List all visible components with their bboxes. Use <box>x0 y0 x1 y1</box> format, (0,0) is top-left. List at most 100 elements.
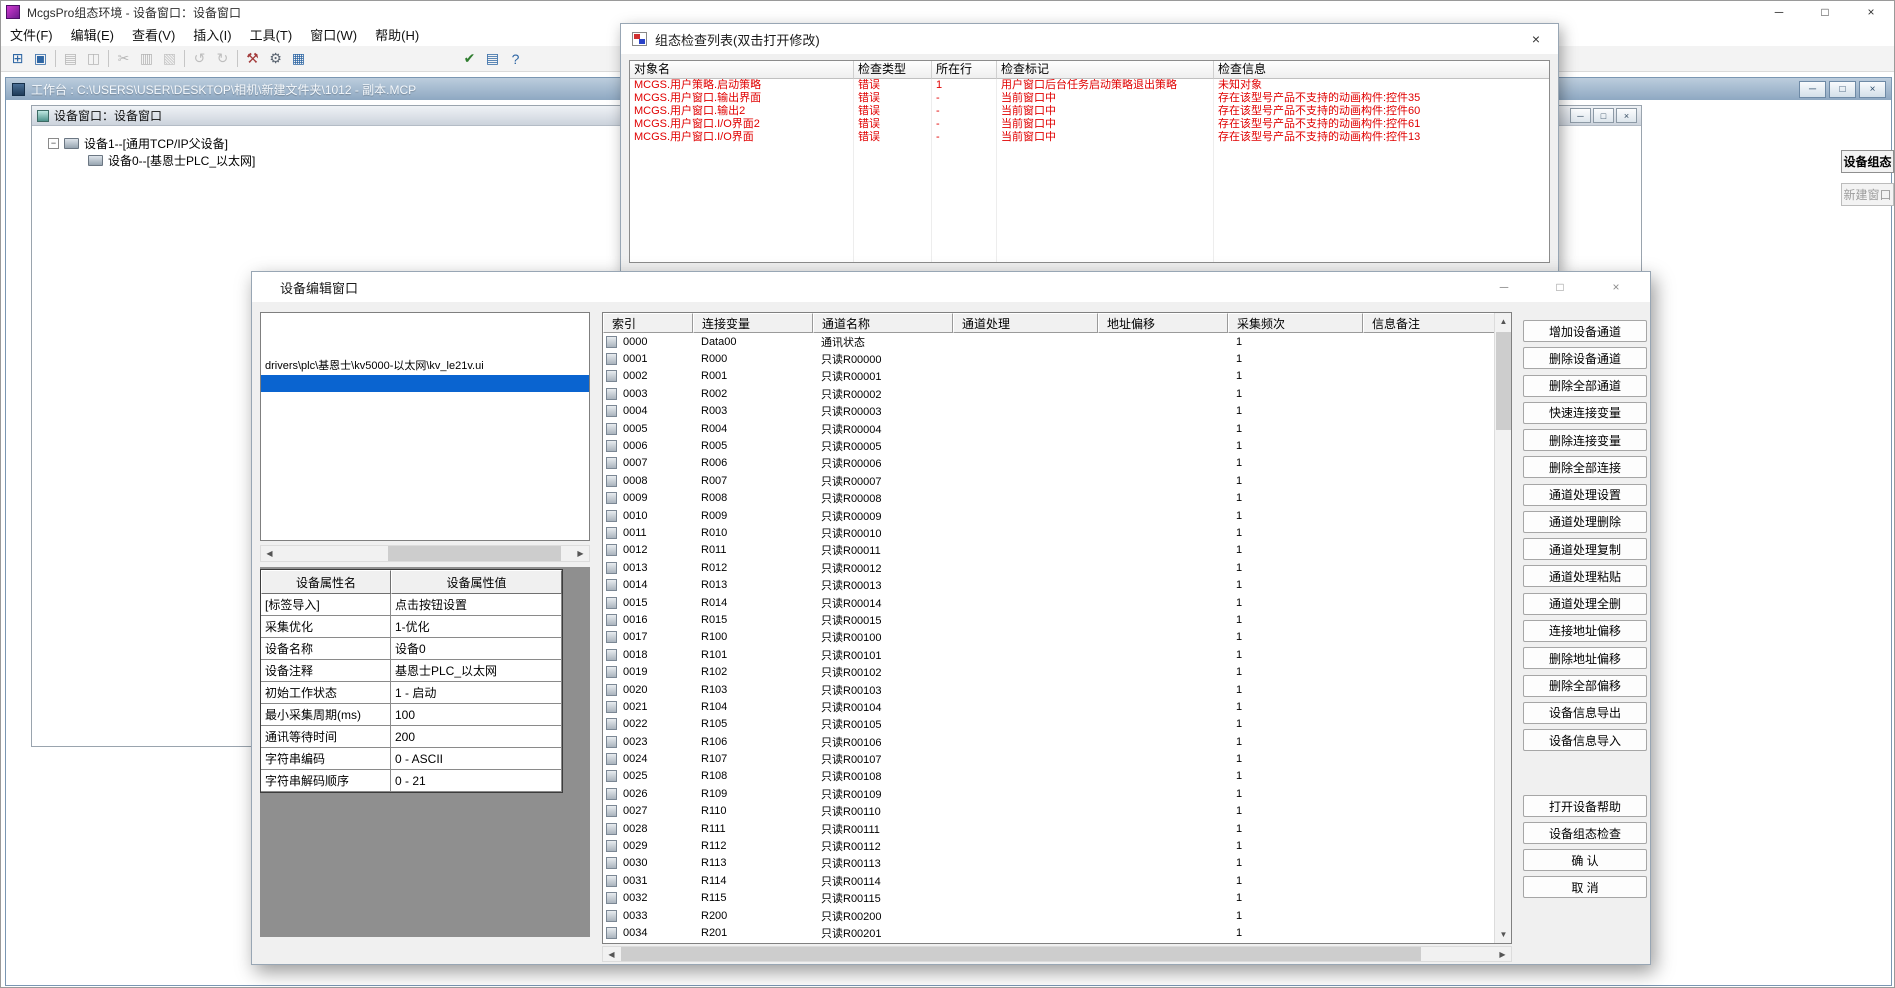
editor-action-button[interactable]: 删除全部通道 <box>1523 375 1647 397</box>
channel-row[interactable]: 0012R011只读R000111 <box>603 542 1494 559</box>
print-icon[interactable]: ▤ <box>59 49 82 69</box>
channel-column-header[interactable]: 索引 <box>603 313 693 333</box>
editor-minimize-icon[interactable]: ─ <box>1476 272 1532 302</box>
check-column-header[interactable]: 检查标记 <box>997 61 1214 79</box>
save-icon[interactable]: ▣ <box>29 49 52 69</box>
scroll-down-icon[interactable]: ▼ <box>1495 926 1512 943</box>
tools-icon[interactable]: ⚒ <box>241 49 264 69</box>
editor-bottom-button[interactable]: 设备组态检查 <box>1523 822 1647 844</box>
menu-item-6[interactable]: 帮助(H) <box>366 23 428 46</box>
property-row[interactable]: 字符串解码顺序0 - 21 <box>261 770 562 792</box>
menu-item-3[interactable]: 插入(I) <box>184 23 240 46</box>
editor-action-button[interactable]: 删除设备通道 <box>1523 347 1647 369</box>
property-row[interactable]: 设备注释基恩士PLC_以太网 <box>261 660 562 682</box>
channel-column-header[interactable]: 通道名称 <box>813 313 953 333</box>
editor-action-button[interactable]: 连接地址偏移 <box>1523 620 1647 642</box>
check-dialog-titlebar[interactable]: 组态检查列表(双击打开修改) × <box>621 24 1558 54</box>
channel-row[interactable]: 0017R100只读R001001 <box>603 629 1494 646</box>
workspace-maximize-icon[interactable]: □ <box>1829 81 1856 98</box>
device-window-close-icon[interactable]: × <box>1616 108 1637 123</box>
channel-row[interactable]: 0020R103只读R001031 <box>603 681 1494 698</box>
scroll-left-icon[interactable]: ◀ <box>603 947 620 961</box>
scroll-up-icon[interactable]: ▲ <box>1495 313 1512 330</box>
driver-selected-row[interactable] <box>261 375 589 392</box>
property-value-cell[interactable]: 基恩士PLC_以太网 <box>391 660 562 682</box>
copy-icon[interactable]: ▥ <box>135 49 158 69</box>
editor-action-button[interactable]: 通道处理复制 <box>1523 538 1647 560</box>
property-row[interactable]: [标签导入]点击按钮设置 <box>261 594 562 616</box>
device-window-restore-icon[interactable]: □ <box>1593 108 1614 123</box>
check-error-row[interactable]: MCGS.用户窗口.I/O界面错误-当前窗口中存在该型号产品不支持的动画构件:控… <box>630 131 1549 144</box>
menu-item-5[interactable]: 窗口(W) <box>301 23 366 46</box>
property-value-cell[interactable]: 200 <box>391 726 562 748</box>
scroll-thumb[interactable] <box>1496 332 1511 430</box>
check-column-header[interactable]: 检查类型 <box>854 61 932 79</box>
channel-row[interactable]: 0011R010只读R000101 <box>603 524 1494 541</box>
channel-row[interactable]: 0031R114只读R001141 <box>603 872 1494 889</box>
channel-row[interactable]: 0004R003只读R000031 <box>603 403 1494 420</box>
workspace-close-icon[interactable]: × <box>1859 81 1886 98</box>
editor-titlebar[interactable]: 设备编辑窗口 ─ □ × <box>252 272 1650 302</box>
property-value-cell[interactable]: 0 - ASCII <box>391 748 562 770</box>
minimize-icon[interactable]: ─ <box>1756 1 1802 23</box>
workspace-minimize-icon[interactable]: ─ <box>1799 81 1826 98</box>
editor-action-button[interactable]: 设备信息导入 <box>1523 729 1647 751</box>
property-value-cell[interactable]: 点击按钮设置 <box>391 594 562 616</box>
menu-item-0[interactable]: 文件(F) <box>1 23 62 46</box>
editor-bottom-button[interactable]: 取 消 <box>1523 876 1647 898</box>
property-row[interactable]: 采集优化1-优化 <box>261 616 562 638</box>
channel-row[interactable]: 0006R005只读R000051 <box>603 437 1494 454</box>
check-error-row[interactable]: MCGS.用户窗口.输出界面错误-当前窗口中存在该型号产品不支持的动画构件:控件… <box>630 92 1549 105</box>
channel-row[interactable]: 0034R201只读R002011 <box>603 924 1494 941</box>
new-window-icon[interactable]: ⊞ <box>6 49 29 69</box>
editor-action-button[interactable]: 删除地址偏移 <box>1523 647 1647 669</box>
scroll-thumb[interactable] <box>388 546 561 561</box>
driver-path-item[interactable]: drivers\plc\基恩士\kv5000-以太网\kv_le21v.ui <box>265 357 484 373</box>
check-column-header[interactable]: 检查信息 <box>1214 61 1550 79</box>
channel-column-header[interactable]: 地址偏移 <box>1098 313 1228 333</box>
menu-item-4[interactable]: 工具(T) <box>241 23 302 46</box>
check-dialog-close-icon[interactable]: × <box>1514 24 1558 54</box>
editor-maximize-icon[interactable]: □ <box>1532 272 1588 302</box>
channel-row[interactable]: 0027R110只读R001101 <box>603 803 1494 820</box>
channel-row[interactable]: 0026R109只读R001091 <box>603 785 1494 802</box>
scroll-left-icon[interactable]: ◀ <box>261 546 278 561</box>
window-grid-icon[interactable]: ▤ <box>481 49 504 69</box>
print-preview-icon[interactable]: ◫ <box>82 49 105 69</box>
channel-row[interactable]: 0002R001只读R000011 <box>603 368 1494 385</box>
help-icon[interactable]: ? <box>504 49 527 69</box>
cut-icon[interactable]: ✂ <box>112 49 135 69</box>
property-value-cell[interactable]: 0 - 21 <box>391 770 562 792</box>
channel-row[interactable]: 0019R102只读R001021 <box>603 663 1494 680</box>
check-error-row[interactable]: MCGS.用户窗口.I/O界面2错误-当前窗口中存在该型号产品不支持的动画构件:… <box>630 118 1549 131</box>
scroll-right-icon[interactable]: ▶ <box>572 546 589 561</box>
channel-row[interactable]: 0010R009只读R000091 <box>603 507 1494 524</box>
syntax-check-icon[interactable]: ✔ <box>458 49 481 69</box>
channel-column-header[interactable]: 通道处理 <box>953 313 1098 333</box>
channel-row[interactable]: 0033R200只读R002001 <box>603 907 1494 924</box>
channel-row[interactable]: 0000Data00通讯状态1 <box>603 333 1494 350</box>
channel-row[interactable]: 0029R112只读R001121 <box>603 837 1494 854</box>
property-value-cell[interactable]: 1 - 启动 <box>391 682 562 704</box>
channel-row[interactable]: 0030R113只读R001131 <box>603 855 1494 872</box>
editor-bottom-button[interactable]: 确 认 <box>1523 849 1647 871</box>
channel-row[interactable]: 0016R015只读R000151 <box>603 611 1494 628</box>
toolbox-icon[interactable]: ⚙ <box>264 49 287 69</box>
undo-icon[interactable]: ↺ <box>188 49 211 69</box>
editor-action-button[interactable]: 删除全部连接 <box>1523 456 1647 478</box>
check-column-header[interactable]: 对象名 <box>630 61 854 79</box>
channel-row[interactable]: 0022R105只读R001051 <box>603 716 1494 733</box>
paste-icon[interactable]: ▧ <box>158 49 181 69</box>
channel-row[interactable]: 0025R108只读R001081 <box>603 768 1494 785</box>
editor-action-button[interactable]: 通道处理全删 <box>1523 593 1647 615</box>
components-icon[interactable]: ▦ <box>287 49 310 69</box>
check-error-row[interactable]: MCGS.用户窗口.输出2错误-当前窗口中存在该型号产品不支持的动画构件:控件6… <box>630 105 1549 118</box>
close-icon[interactable]: × <box>1848 1 1894 23</box>
channel-row[interactable]: 0018R101只读R001011 <box>603 646 1494 663</box>
channel-column-header[interactable]: 信息备注 <box>1363 313 1496 333</box>
channel-column-header[interactable]: 采集频次 <box>1228 313 1363 333</box>
maximize-icon[interactable]: □ <box>1802 1 1848 23</box>
tree-expander-icon[interactable]: − <box>48 138 59 149</box>
editor-action-button[interactable]: 通道处理设置 <box>1523 484 1647 506</box>
scroll-track[interactable] <box>620 947 1494 961</box>
